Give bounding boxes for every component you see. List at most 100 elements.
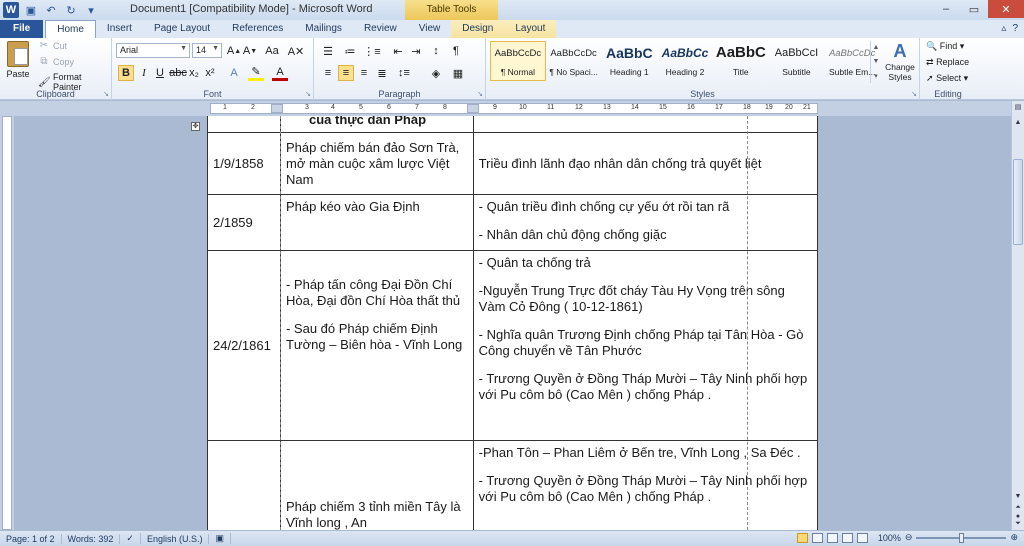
- replace-button[interactable]: ⇄ Replace: [926, 57, 969, 68]
- table-cell[interactable]: [207, 116, 281, 133]
- tab-insert[interactable]: Insert: [96, 20, 143, 38]
- zoom-slider[interactable]: [916, 532, 1007, 543]
- borders-icon[interactable]: ▦: [450, 65, 466, 81]
- draft-icon[interactable]: [856, 532, 868, 543]
- copy-button[interactable]: ⧉ Copy: [38, 56, 74, 67]
- vertical-scrollbar[interactable]: ▤ ▲ ▼ ⏶ ● ⏷: [1011, 101, 1024, 530]
- table-row[interactable]: của thực dân Pháp: [207, 116, 819, 133]
- text-effects-icon[interactable]: A: [226, 65, 242, 81]
- chevron-up-icon[interactable]: ▲: [873, 44, 880, 51]
- table-cell[interactable]: - Quân ta chống trả -Nguyễn Trung Trực đ…: [472, 250, 819, 441]
- font-size-combo[interactable]: 14 ▼: [192, 43, 222, 58]
- underline-icon[interactable]: U: [152, 65, 168, 81]
- help-icon[interactable]: ?: [1012, 23, 1018, 34]
- table-cell[interactable]: Triều đình lãnh đạo nhân dân chống trả q…: [472, 132, 819, 195]
- numbering-icon[interactable]: ≔: [342, 43, 358, 59]
- undo-icon[interactable]: ↶: [43, 2, 59, 18]
- chevron-down-icon[interactable]: ▼: [1012, 493, 1024, 500]
- shading-icon[interactable]: ◈: [428, 65, 444, 81]
- justify-icon[interactable]: ≣: [374, 65, 390, 81]
- tab-references[interactable]: References: [221, 20, 294, 38]
- table-cell[interactable]: của thực dân Pháp: [279, 116, 474, 133]
- tab-view[interactable]: View: [408, 20, 452, 38]
- line-spacing-icon[interactable]: ↕≡: [396, 65, 412, 81]
- minimize-icon[interactable]: –: [932, 0, 960, 18]
- superscript-icon[interactable]: x²: [202, 65, 218, 81]
- print-layout-icon[interactable]: [796, 532, 808, 543]
- language[interactable]: English (U.S.): [141, 533, 210, 544]
- gallery-more-icon[interactable]: ▾: [874, 72, 878, 80]
- cut-button[interactable]: ✂ Cut: [38, 40, 67, 51]
- table-cell[interactable]: - Quân triều đình chống cự yếu ớt rồi ta…: [472, 194, 819, 251]
- paragraph-launcher-icon[interactable]: ↘: [477, 90, 483, 98]
- align-right-icon[interactable]: ≡: [356, 65, 372, 81]
- zoom-in-icon[interactable]: ⊕: [1010, 532, 1018, 543]
- table-row[interactable]: 1/9/1858 Pháp chiếm bán đảo Sơn Trà, mở …: [207, 132, 819, 195]
- font-name-combo[interactable]: Arial ▼: [116, 43, 190, 58]
- highlight-icon[interactable]: ✎: [248, 65, 264, 81]
- style-subtitle[interactable]: AaBbCcI Subtitle: [769, 41, 825, 81]
- macro-icon[interactable]: ▣: [209, 533, 231, 544]
- table-cell[interactable]: 24/2/1861: [207, 250, 281, 441]
- word-count[interactable]: Words: 392: [62, 533, 121, 544]
- bold-icon[interactable]: B: [118, 65, 134, 81]
- increase-indent-icon[interactable]: ⇥: [408, 43, 424, 59]
- table-cell[interactable]: [472, 116, 819, 133]
- close-icon[interactable]: ✕: [988, 0, 1024, 18]
- page-count[interactable]: Page: 1 of 2: [0, 533, 62, 544]
- column-marker[interactable]: [271, 104, 283, 113]
- outline-icon[interactable]: [841, 532, 853, 543]
- proofing-icon[interactable]: ✓: [120, 533, 141, 544]
- tab-mailings[interactable]: Mailings: [294, 20, 353, 38]
- column-marker[interactable]: [467, 104, 479, 113]
- document-page[interactable]: của thực dân Pháp 1/9/1858 Pháp chiếm bá…: [207, 116, 819, 530]
- chevron-up-icon[interactable]: ▲: [1012, 119, 1024, 126]
- table-cell[interactable]: [207, 440, 281, 530]
- tab-review[interactable]: Review: [353, 20, 408, 38]
- table-cell[interactable]: - Pháp tấn công Đại Đồn Chí Hòa, Đại đồn…: [279, 250, 474, 441]
- next-page-icon[interactable]: ⏷: [1012, 520, 1024, 528]
- browse-object-icon[interactable]: ●: [1012, 513, 1024, 520]
- tab-page-layout[interactable]: Page Layout: [143, 20, 221, 38]
- align-left-icon[interactable]: ≡: [320, 65, 336, 81]
- bullets-icon[interactable]: ☰: [320, 43, 336, 59]
- grow-font-icon[interactable]: A ▲: [226, 43, 242, 59]
- table-row[interactable]: Pháp chiếm 3 tỉnh miền Tây là Vĩnh long …: [207, 440, 819, 530]
- italic-icon[interactable]: I: [136, 65, 152, 81]
- table-cell[interactable]: Pháp chiếm bán đảo Sơn Trà, mở màn cuộc …: [279, 132, 474, 195]
- web-layout-icon[interactable]: [826, 532, 838, 543]
- gallery-scroll[interactable]: ▲ ▼ ▾: [870, 41, 881, 83]
- find-button[interactable]: 🔍 Find ▾: [926, 41, 964, 52]
- multilevel-list-icon[interactable]: ⋮≡: [363, 43, 380, 59]
- table-cell[interactable]: -Phan Tôn – Phan Liêm ở Bến tre, Vĩnh Lo…: [472, 440, 819, 530]
- decrease-indent-icon[interactable]: ⇤: [390, 43, 406, 59]
- shrink-font-icon[interactable]: A ▼: [242, 43, 258, 59]
- table-row[interactable]: 2/1859 Pháp kéo vào Gia Định - Quân triề…: [207, 194, 819, 251]
- style-heading-1[interactable]: AaBbC Heading 1: [601, 41, 657, 81]
- select-button[interactable]: ➚ Select ▾: [926, 73, 968, 84]
- maximize-icon[interactable]: ▭: [960, 0, 988, 18]
- style-title[interactable]: AaBbC Title: [713, 41, 769, 81]
- full-screen-reading-icon[interactable]: [811, 532, 823, 543]
- clipboard-launcher-icon[interactable]: ↘: [103, 90, 109, 98]
- history-table[interactable]: của thực dân Pháp 1/9/1858 Pháp chiếm bá…: [207, 116, 819, 530]
- horizontal-ruler[interactable]: 1 2 3 4 5 6 7 8 9 10 11 12 13 14 15 16 1…: [210, 103, 818, 114]
- table-row[interactable]: 24/2/1861 - Pháp tấn công Đại Đồn Chí Hò…: [207, 250, 819, 441]
- sort-icon[interactable]: ↕: [428, 43, 444, 59]
- style-no-spacing[interactable]: AaBbCcDc ¶ No Spaci...: [546, 41, 602, 81]
- styles-launcher-icon[interactable]: ↘: [911, 90, 917, 98]
- clear-formatting-icon[interactable]: A✕: [288, 43, 305, 59]
- table-move-handle-icon[interactable]: ✥: [191, 122, 200, 131]
- table-cell[interactable]: 2/1859: [207, 194, 281, 251]
- ruler-toggle-icon[interactable]: ▤: [1012, 103, 1024, 111]
- chevron-down-icon[interactable]: ▼: [873, 58, 880, 65]
- table-cell[interactable]: Pháp chiếm 3 tỉnh miền Tây là Vĩnh long …: [279, 440, 474, 530]
- subscript-icon[interactable]: x₂: [186, 65, 202, 81]
- change-styles-button[interactable]: A Change Styles: [882, 41, 918, 82]
- previous-page-icon[interactable]: ⏶: [1012, 504, 1024, 512]
- tab-file[interactable]: File: [0, 20, 44, 38]
- word-logo-icon[interactable]: W: [3, 2, 19, 18]
- document-area[interactable]: ✥ của thực dân Pháp 1/9/1858 Pháp chiếm …: [14, 116, 1011, 530]
- font-launcher-icon[interactable]: ↘: [305, 90, 311, 98]
- vertical-ruler[interactable]: [2, 116, 12, 530]
